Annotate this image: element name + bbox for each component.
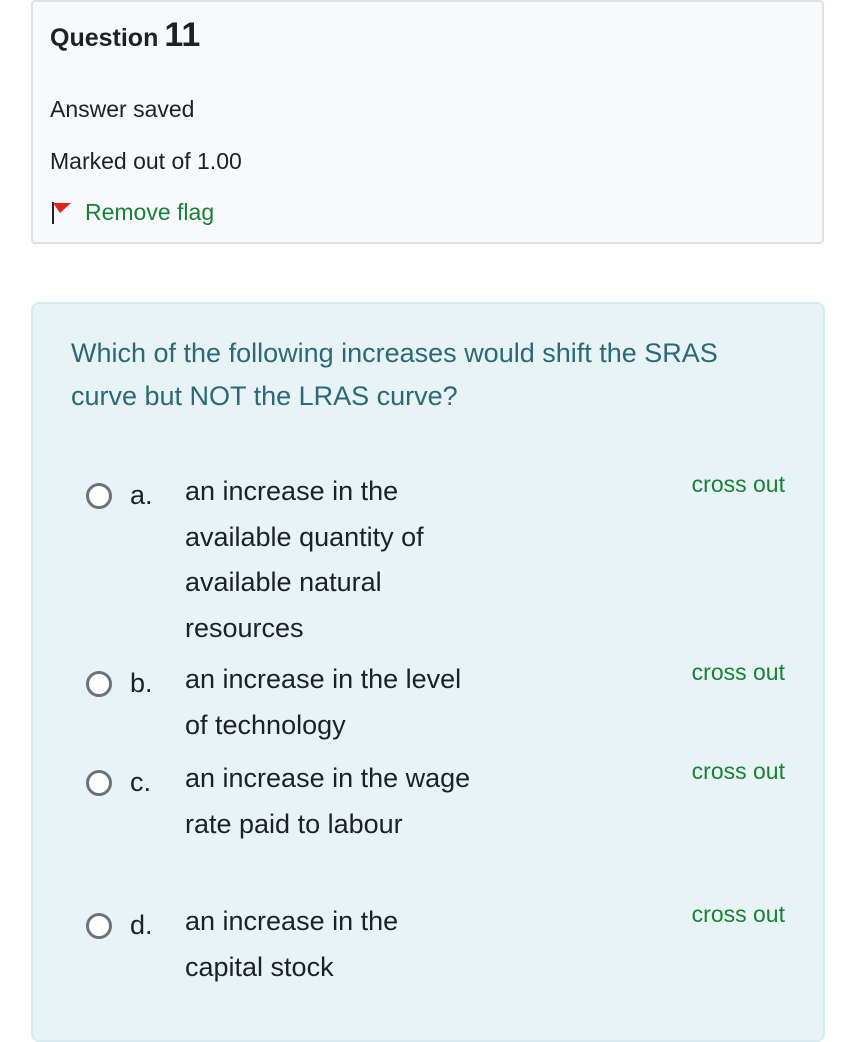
cross-out-button-a[interactable]: cross out	[692, 471, 785, 498]
radio-button-d[interactable]	[86, 913, 112, 939]
option-letter-a: a.	[130, 480, 153, 510]
radio-button-b[interactable]	[86, 671, 112, 697]
radio-button-c[interactable]	[86, 770, 112, 796]
cross-out-button-c[interactable]: cross out	[692, 758, 785, 785]
cross-out-button-b[interactable]: cross out	[692, 659, 785, 686]
remove-flag-label: Remove flag	[85, 199, 215, 225]
question-content-panel: Which of the following increases would s…	[31, 302, 825, 1042]
option-letter-c: c.	[130, 767, 152, 797]
question-label: Question	[50, 24, 159, 52]
option-text-d: an increase in the capital stock	[185, 906, 399, 982]
radio-button-a[interactable]	[86, 483, 112, 509]
question-heading: Question 11	[50, 16, 200, 55]
option-text-a: an increase in the available quantity of…	[185, 476, 424, 643]
answer-state: Answer saved	[50, 96, 195, 122]
option-letter-d: d.	[130, 910, 153, 940]
divider-strip	[31, 250, 824, 302]
option-text-c: an increase in the wage rate paid to lab…	[185, 763, 471, 839]
option-letter-b: b.	[130, 668, 153, 698]
red-flag-icon	[52, 201, 71, 224]
question-grade: Marked out of 1.00	[50, 148, 242, 174]
question-info-panel: Question 11 Answer saved Marked out of 1.…	[31, 0, 824, 244]
question-text: Which of the following increases would s…	[71, 338, 718, 411]
option-text-b: an increase in the level of technology	[185, 664, 462, 740]
remove-flag-link[interactable]: Remove flag	[50, 199, 214, 226]
question-number: 11	[164, 16, 201, 54]
cross-out-button-d[interactable]: cross out	[692, 901, 785, 928]
